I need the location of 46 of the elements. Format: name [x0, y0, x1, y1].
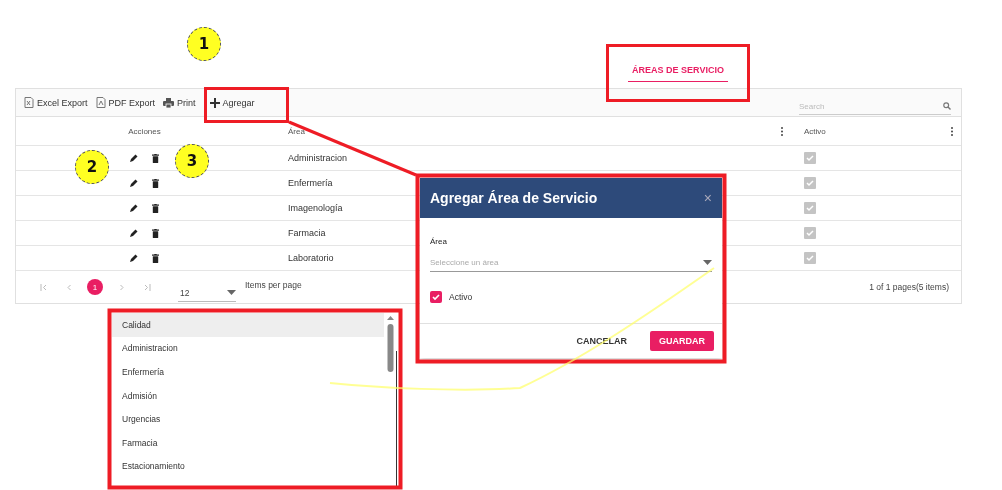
spreadsheet-file-icon: [24, 97, 34, 108]
scrollbar[interactable]: [384, 313, 398, 486]
trash-icon[interactable]: [152, 253, 159, 263]
save-button[interactable]: GUARDAR: [650, 331, 714, 351]
page-size-select[interactable]: 12: [178, 284, 236, 302]
pencil-icon[interactable]: [130, 179, 138, 187]
search-icon: [943, 102, 951, 110]
trash-icon[interactable]: [152, 178, 159, 188]
pencil-icon[interactable]: [130, 154, 138, 162]
close-button[interactable]: ×: [703, 190, 712, 206]
toolbar-button[interactable]: PDF Export: [95, 97, 156, 108]
step-badge: 2: [75, 150, 109, 184]
trash-icon[interactable]: [152, 203, 159, 213]
caret-icon: [703, 259, 712, 265]
caret-icon: [227, 290, 236, 295]
pencil-icon[interactable]: [130, 229, 138, 237]
table-cell: Enfermería: [288, 178, 333, 188]
field-label: Área: [430, 237, 447, 246]
checkbox[interactable]: [430, 291, 442, 303]
page-button[interactable]: 1: [87, 279, 103, 295]
step-badge: 3: [175, 144, 209, 178]
column-header: Activo: [804, 126, 826, 136]
trash-icon[interactable]: [152, 153, 159, 163]
dropdown-option[interactable]: Calidad: [112, 313, 384, 337]
table-cell: Farmacia: [288, 228, 326, 238]
table-cell: Administracion: [288, 153, 348, 163]
plus-icon: [209, 97, 220, 108]
toolbar-button[interactable]: Excel Export: [24, 97, 88, 108]
pencil-icon[interactable]: [130, 204, 138, 212]
print-icon: [163, 97, 175, 108]
toolbar-button[interactable]: Print: [163, 97, 196, 108]
pencil-icon[interactable]: [130, 254, 138, 262]
tab[interactable]: ÁREAS DE SERVICIO: [628, 60, 728, 82]
checkbox-label: Activo: [449, 292, 473, 302]
step-badge: 1: [187, 27, 221, 61]
page-summary: 1 of 1 pages(5 items): [869, 282, 949, 292]
page-size-label: Items per page: [245, 280, 302, 290]
dialog-title: Agregar Área de Servicio: [430, 190, 598, 206]
toolbar-button[interactable]: Agregar: [209, 97, 255, 108]
column-header: Acciones: [128, 126, 161, 136]
trash-icon[interactable]: [152, 228, 159, 238]
column-header: Área: [288, 126, 305, 136]
table-cell: Laboratorio: [288, 253, 334, 263]
document-file-icon: [95, 97, 106, 108]
cancel-button[interactable]: CANCELAR: [567, 331, 636, 351]
table-cell: Imagenología: [288, 203, 343, 213]
